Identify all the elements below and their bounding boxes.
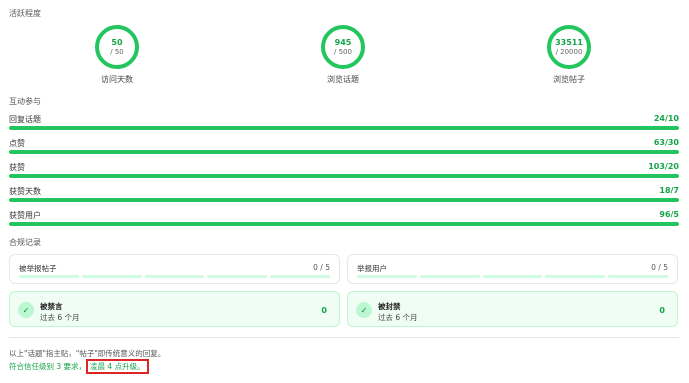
segment [81,275,142,278]
card-subtitle: 过去 6 个月 [378,313,418,322]
progress-fill [9,174,679,178]
posts-read-stat: 33511 / 20000 浏览帖子 [514,25,624,85]
topics-viewed-stat: 945 / 500 浏览话题 [288,25,398,85]
segment [207,275,268,278]
segment [357,275,417,278]
stat-label: 浏览话题 [327,75,359,84]
stat-value: 945 [334,37,352,47]
metric-liked-users: 获赞用户 96/5 [9,210,679,228]
silenced-card: ✓ 被禁言 过去 6 个月 0 [9,291,340,327]
segment [144,275,205,278]
progress-fill [9,222,679,226]
card-value: 0 / 5 [313,263,330,272]
metric-label: 获赞 [9,163,25,172]
segment [19,275,79,278]
metric-value: 103/20 [648,162,679,171]
segment [270,275,330,278]
progress-ring: 33511 / 20000 [547,25,591,69]
progress-fill [9,150,679,154]
progress-bar [9,150,679,154]
progress-fill [9,198,679,202]
metric-likes-received: 获赞 103/20 [9,162,679,180]
progress-ring: 945 / 500 [321,25,365,69]
card-value: 0 [659,306,665,315]
stat-value: 33511 [555,37,583,47]
metric-liked-days: 获赞天数 18/7 [9,186,679,204]
metric-likes-given: 点赞 63/30 [9,138,679,156]
flagged-users-card: 举报用户 0 / 5 [347,254,678,284]
stat-max: / 500 [334,47,352,56]
suspended-card: ✓ 被封禁 过去 6 个月 0 [347,291,678,327]
stat-label: 访问天数 [101,75,133,84]
progress-ring: 50 / 50 [95,25,139,69]
segment [545,275,606,278]
card-title: 被禁言 [40,302,63,311]
summary-prefix: 符合信任级别 3 要求， [9,362,87,371]
metric-label: 获赞天数 [9,187,41,196]
progress-fill [9,126,679,130]
metric-label: 回复话题 [9,115,41,124]
card-subtitle: 过去 6 个月 [40,313,80,322]
upgrade-time-highlight: 凌晨 4 点升级。 [86,359,149,374]
progress-bar [9,126,679,130]
check-icon: ✓ [356,302,372,318]
segment [482,275,543,278]
card-value: 0 / 5 [651,263,668,272]
stat-value: 50 [111,37,123,47]
interaction-title: 互动参与 [9,97,41,106]
segment-track [357,275,668,278]
activity-title: 活跃程度 [9,9,41,18]
stat-max: / 50 [110,47,124,56]
progress-bar [9,222,679,226]
divider [9,337,679,338]
activity-circles: 50 / 50 访问天数 945 / 500 浏览话题 33511 / 2000… [0,25,689,85]
metric-value: 63/30 [653,138,679,147]
segment [608,275,668,278]
metric-value: 24/10 [653,114,679,123]
card-title: 被封禁 [378,302,401,311]
check-icon: ✓ [18,302,34,318]
metric-label: 获赞用户 [9,211,41,220]
card-label: 举报用户 [357,264,387,273]
card-label: 被举报帖子 [19,264,57,273]
stat-max: / 20000 [555,47,583,56]
progress-bar [9,174,679,178]
footnote: 以上"话题"指主贴，"帖子"即传统意义的回复。 [9,349,166,358]
metric-label: 点赞 [9,139,25,148]
stat-label: 浏览帖子 [553,75,585,84]
trust-level-summary: 符合信任级别 3 要求， 凌晨 4 点升级。 [9,359,149,374]
segment-track [19,275,330,278]
flagged-posts-card: 被举报帖子 0 / 5 [9,254,340,284]
progress-bar [9,198,679,202]
card-value: 0 [321,306,327,315]
segment [419,275,480,278]
metric-value: 18/7 [659,186,679,195]
visit-days-stat: 50 / 50 访问天数 [62,25,172,85]
metric-replied-topics: 回复话题 24/10 [9,114,679,132]
compliance-title: 合规记录 [9,238,41,247]
metric-value: 96/5 [659,210,679,219]
